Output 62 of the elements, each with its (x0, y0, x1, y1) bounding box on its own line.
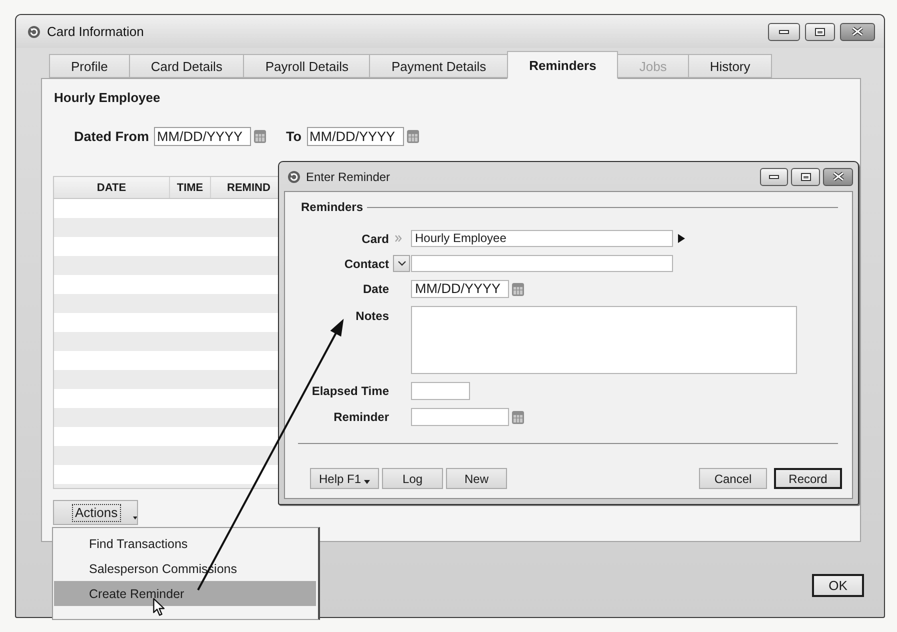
calendar-icon[interactable] (512, 282, 524, 296)
dialog-button[interactable]: Cancel (699, 468, 767, 489)
field-label: Date (362, 282, 389, 296)
tab[interactable]: History (688, 54, 772, 78)
group-label: Reminders (301, 200, 364, 214)
double-chevron-icon (395, 235, 402, 242)
maximize-button[interactable] (791, 168, 820, 186)
card-field[interactable]: Hourly Employee (411, 230, 673, 247)
card-name: Hourly Employee (54, 90, 160, 106)
field-label: To (286, 129, 302, 144)
notes-field[interactable] (411, 306, 797, 374)
calendar-icon[interactable] (254, 130, 266, 143)
calendar-icon[interactable] (512, 410, 524, 424)
close-icon (852, 27, 863, 36)
minimize-button[interactable] (768, 22, 800, 40)
field-label: Notes (356, 308, 389, 323)
time-field[interactable] (411, 382, 470, 400)
field-label: Contact (344, 256, 389, 270)
dialog-button[interactable]: Log (382, 468, 444, 489)
menu-item[interactable]: Find Transactions (54, 531, 316, 556)
tab[interactable]: Payment Details (369, 54, 508, 78)
contact-field[interactable] (411, 255, 673, 272)
field-label: Card (362, 232, 389, 246)
maximize-icon (815, 28, 825, 36)
dialog-button[interactable]: Record (774, 468, 842, 489)
date-field[interactable]: MM/DD/YYYY (154, 127, 252, 146)
dialog-title: Enter Reminder (306, 170, 392, 184)
minimize-button[interactable] (760, 168, 788, 186)
chevron-down-icon (398, 261, 406, 266)
tab[interactable]: Profile (49, 54, 130, 78)
close-icon (832, 172, 844, 181)
dialog-button[interactable]: New (446, 468, 508, 489)
field-label: Reminder (334, 410, 389, 424)
actions-button[interactable]: Actions (53, 500, 138, 525)
close-button[interactable] (823, 168, 853, 186)
circle-arrow-icon (28, 26, 40, 38)
tab[interactable]: Reminders (507, 51, 618, 79)
tab[interactable]: Payroll Details (243, 54, 370, 78)
window-title: Card Information (47, 24, 145, 39)
minimize-icon (769, 174, 779, 178)
date-field[interactable]: MM/DD/YYYY (411, 280, 509, 298)
circle-arrow-icon (288, 170, 300, 182)
maximize-icon (800, 172, 810, 180)
date-field[interactable] (411, 408, 509, 426)
column-header: TIME (170, 177, 211, 198)
mouse-cursor-icon (153, 598, 165, 616)
field-label: Dated From (74, 129, 150, 144)
triangle-right-icon[interactable] (678, 234, 685, 243)
ok-button[interactable]: OK (812, 574, 864, 597)
dialog-button[interactable]: Help F1 (310, 468, 380, 489)
calendar-icon[interactable] (406, 130, 419, 143)
menu-item[interactable]: Create Reminder (54, 581, 316, 606)
caret-icon (132, 516, 137, 520)
caret-icon (364, 480, 370, 484)
date-field[interactable]: MM/DD/YYYY (306, 127, 404, 146)
tab[interactable]: Card Details (128, 54, 244, 78)
minimize-icon (779, 30, 789, 34)
field-label: Elapsed Time (312, 384, 389, 398)
dropdown-button[interactable] (393, 255, 410, 272)
maximize-button[interactable] (805, 22, 835, 40)
close-button[interactable] (840, 22, 875, 40)
column-header: DATE (54, 177, 170, 198)
